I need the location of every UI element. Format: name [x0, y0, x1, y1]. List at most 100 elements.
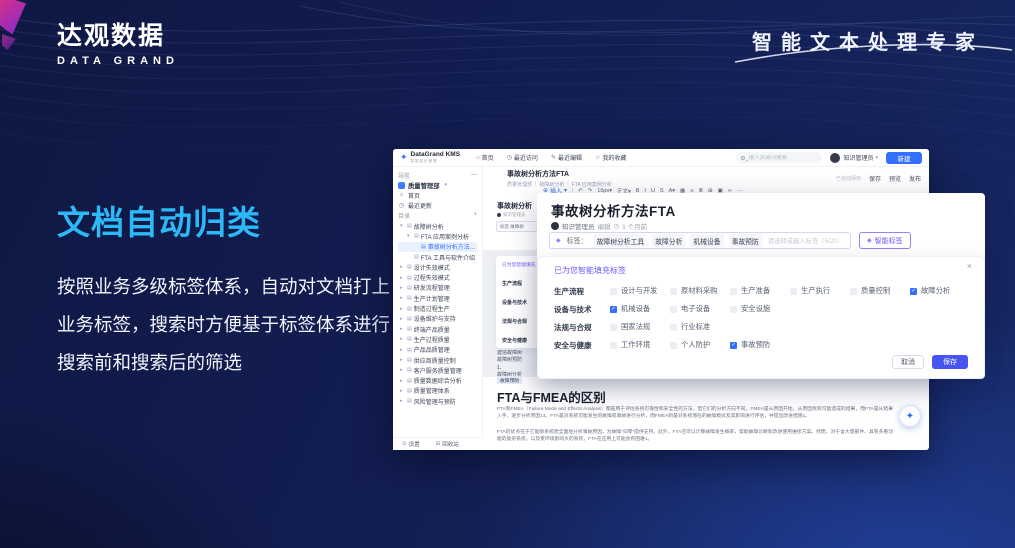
sidebar-tree-item[interactable]: ▸▤风险管理与预防 [398, 396, 477, 406]
tree-item-label: 供应商质量控制 [414, 356, 456, 365]
sidebar-space-row[interactable]: 质量管理部 ▾ [398, 180, 477, 190]
checkbox-option[interactable]: 机械设备 [610, 304, 670, 314]
sidebar-tree-item[interactable]: ▸▤产品品质管理 [398, 345, 477, 355]
sidebar-tree-item[interactable]: ▸▤生产过程质量 [398, 334, 477, 344]
sidebar-tree-item[interactable]: ▤FTA 工具与软件介绍 [398, 252, 477, 262]
checkbox-icon[interactable] [610, 342, 617, 349]
sidebar-tree-item[interactable]: ▸▤过程失效模式 [398, 272, 477, 282]
sidebar-tree-item[interactable]: ▸▤质量管理体系 [398, 386, 477, 396]
tree-item-label: 终端产品质量 [414, 325, 450, 334]
tag-input-row[interactable]: ◆ 标签： 故障树分析工具故障分析机械设备事故预防 请选择或输入标签（5/20） [549, 232, 851, 249]
sidebar-tree-item[interactable]: ▤事故树分析方法FTA [398, 242, 477, 252]
doc-action-保存[interactable]: 保存 [869, 174, 881, 183]
search-input[interactable] [748, 155, 812, 161]
sidebar-tree-item[interactable]: ▸▤研发流程管理 [398, 283, 477, 293]
doc-action-预览[interactable]: 预览 [889, 174, 901, 183]
smart-tag-button[interactable]: ◆ 智能标签 [859, 232, 911, 249]
option-label: 生产执行 [801, 286, 830, 296]
ai-assistant-button[interactable]: ✦ [899, 405, 921, 427]
sidebar-tree-item[interactable]: ▸▤设计失效模式 [398, 262, 477, 272]
sidebar-tree-item[interactable]: ▸▤供应商质量控制 [398, 355, 477, 365]
document-icon: ▤ [407, 367, 412, 373]
tags-label: 标签： [567, 236, 588, 246]
topnav-item-home[interactable]: ⌂首页 [476, 153, 494, 162]
sidebar-quick-home[interactable]: ⌂首页 [398, 190, 477, 200]
tree-item-label: 客户服务质量管理 [414, 366, 462, 375]
option-label: 行业标准 [681, 322, 710, 332]
option-label: 工作环境 [621, 340, 650, 350]
checkbox-option[interactable]: 质量控制 [850, 286, 910, 296]
checkbox-option[interactable]: 行业标准 [670, 322, 730, 332]
sidebar-tree-item[interactable]: ▸▤设备维护与支持 [398, 314, 477, 324]
checkbox-option[interactable]: 电子设备 [670, 304, 730, 314]
new-button[interactable]: 新建 [886, 152, 922, 164]
topnav-item-label: 最近编辑 [558, 153, 582, 162]
checkbox-checked-icon[interactable] [730, 342, 737, 349]
checkbox-checked-icon[interactable] [910, 288, 917, 295]
sidebar-tree-item[interactable]: ▸▤生产计划管理 [398, 293, 477, 303]
feature-headline: 文档自动归类 [57, 196, 397, 244]
sidebar-nav-label: 导航 [398, 171, 410, 180]
sidebar-collapse-icon[interactable]: — [471, 172, 477, 178]
sidebar-tree-item[interactable]: ▸▤制造过程生产 [398, 303, 477, 313]
checkbox-icon[interactable] [670, 288, 677, 295]
close-icon[interactable]: × [967, 261, 972, 271]
doc-tag-chip[interactable]: 故障预防 [497, 376, 522, 384]
topnav-item-edit[interactable]: ✎最近编辑 [551, 153, 582, 162]
checkbox-icon[interactable] [670, 342, 677, 349]
option-label: 机械设备 [621, 304, 650, 314]
checkbox-option[interactable]: 原材料采购 [670, 286, 730, 296]
option-label: 质量控制 [861, 286, 890, 296]
add-icon[interactable]: + [473, 212, 477, 218]
tag-chip[interactable]: 故障分析 [652, 234, 685, 247]
user-name[interactable]: 知识管理员 [843, 153, 873, 162]
checkbox-icon[interactable] [790, 288, 797, 295]
cancel-button[interactable]: 取消 [892, 355, 924, 369]
checkbox-option[interactable]: 国家法规 [610, 322, 670, 332]
checkbox-icon[interactable] [730, 288, 737, 295]
breadcrumb-segment[interactable]: 质量管理部 [507, 181, 532, 188]
save-button[interactable]: 保存 [932, 355, 968, 369]
checkbox-option[interactable]: 安全设施 [730, 304, 790, 314]
checkbox-option[interactable]: 故障分析 [910, 286, 970, 296]
checkbox-icon[interactable] [850, 288, 857, 295]
checkbox-icon[interactable] [670, 324, 677, 331]
sidebar-quick-clock[interactable]: ◷最近更新 [398, 200, 477, 210]
checkbox-option[interactable]: 生产准备 [730, 286, 790, 296]
sidebar-tree-item[interactable]: ▸▤客户服务质量管理 [398, 365, 477, 375]
sidebar-tree-item[interactable]: ▾▤FTA 应用案例分析 [398, 231, 477, 241]
doc-action-发布[interactable]: 发布 [909, 174, 921, 183]
modal-group-row: 生产流程设计与开发原材料采购生产准备生产执行质量控制故障分析 [554, 282, 976, 300]
tag-chip[interactable]: 事故预防 [729, 234, 762, 247]
background-group-name: 生产流程 [502, 280, 537, 287]
tree-item-label: 设计失效模式 [414, 263, 450, 272]
sidebar-quick-label: 最近更新 [408, 201, 432, 210]
sidebar-tree-item[interactable]: ▾▤故障树分析 [398, 221, 477, 231]
checkbox-checked-icon[interactable] [610, 306, 617, 313]
checkbox-icon[interactable] [610, 288, 617, 295]
document-icon: ▤ [414, 254, 419, 260]
checkbox-option[interactable]: 工作环境 [610, 340, 670, 350]
global-search[interactable] [736, 152, 822, 163]
directory-label: 目录 [398, 211, 410, 220]
checkbox-option[interactable]: 设计与开发 [610, 286, 670, 296]
tree-item-label: 研发流程管理 [414, 283, 450, 292]
checkbox-icon[interactable] [670, 306, 677, 313]
topnav-item-recent[interactable]: ◷最近访问 [507, 153, 538, 162]
tree-item-label: 生产过程质量 [414, 335, 450, 344]
trash-button[interactable]: ⊟回收站 [436, 440, 459, 448]
checkbox-option[interactable]: 事故预防 [730, 340, 790, 350]
user-avatar[interactable] [830, 153, 840, 163]
sidebar-tree-item[interactable]: ▸▤质量数据综合分析 [398, 375, 477, 385]
settings-button[interactable]: ⊙设置 [402, 440, 420, 448]
caret-down-icon: ▾ [400, 223, 405, 229]
tag-input-placeholder[interactable]: 请选择或输入标签（5/20） [768, 236, 843, 245]
checkbox-icon[interactable] [730, 306, 737, 313]
checkbox-icon[interactable] [610, 324, 617, 331]
topnav-item-star[interactable]: ☆我的收藏 [595, 153, 626, 162]
sidebar-tree-item[interactable]: ▸▤终端产品质量 [398, 324, 477, 334]
tag-chip[interactable]: 故障树分析工具 [594, 234, 648, 247]
checkbox-option[interactable]: 个人防护 [670, 340, 730, 350]
checkbox-option[interactable]: 生产执行 [790, 286, 850, 296]
tag-chip[interactable]: 机械设备 [690, 234, 723, 247]
